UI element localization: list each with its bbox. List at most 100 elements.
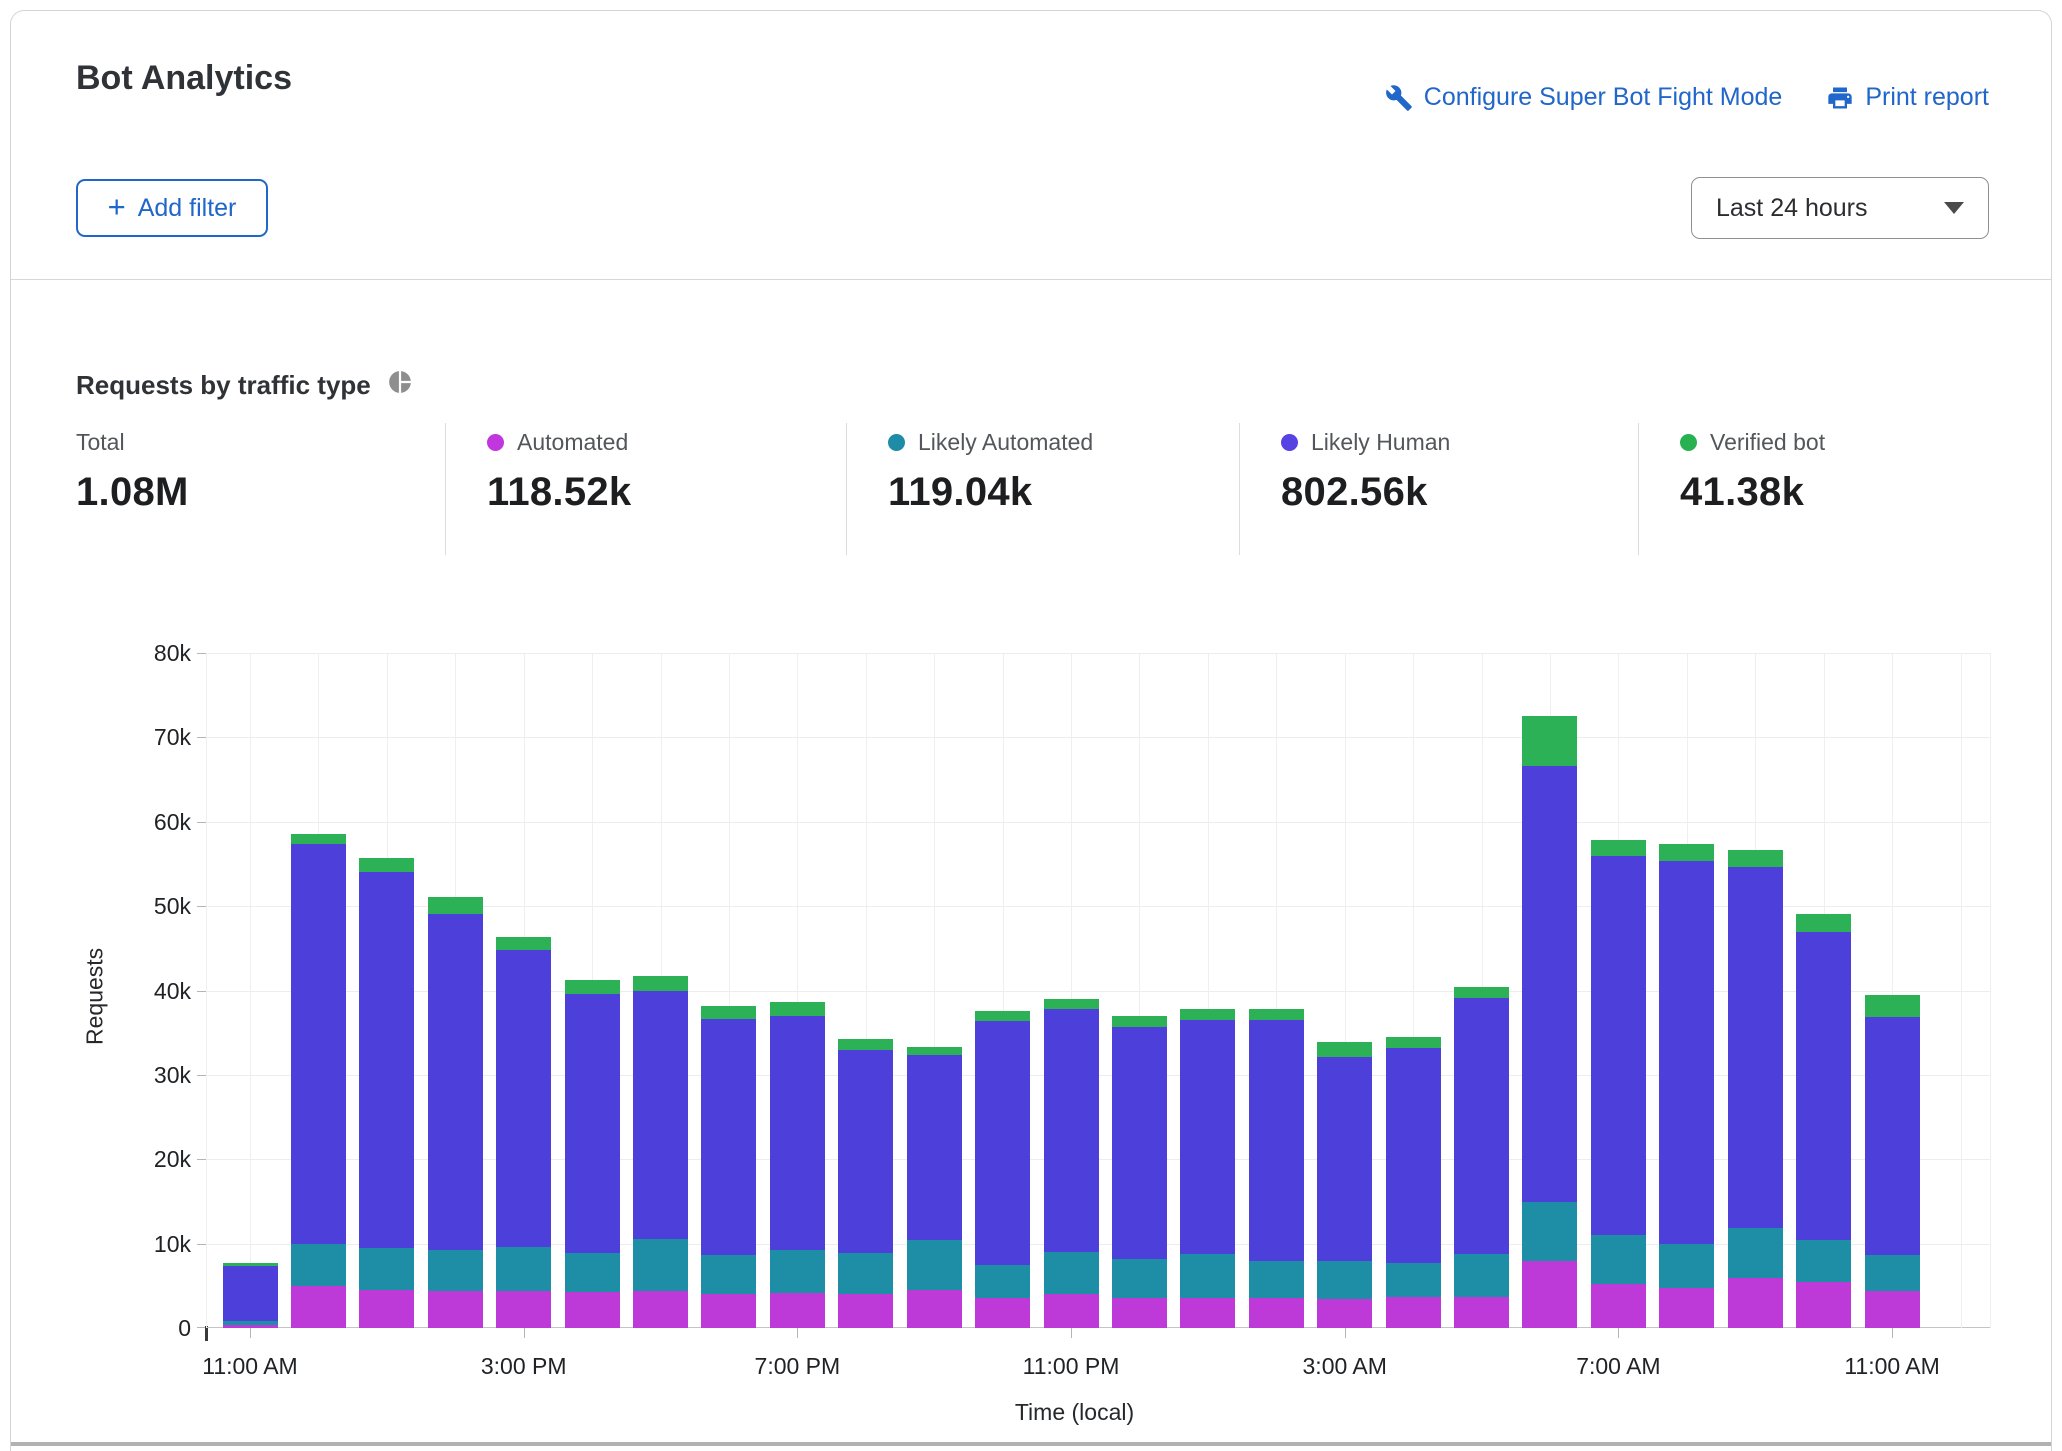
bar-segment[interactable] [770,1016,825,1251]
bar-segment[interactable] [1454,987,1509,998]
bar-segment[interactable] [1659,861,1714,1244]
bar-segment[interactable] [1317,1299,1372,1328]
bar-segment[interactable] [1522,716,1577,766]
bar-segment[interactable] [1044,1252,1099,1294]
bar-segment[interactable] [1865,1255,1920,1291]
bar-segment[interactable] [1112,1027,1167,1259]
bar-segment[interactable] [565,980,620,994]
bar-segment[interactable] [428,1291,483,1328]
bar-segment[interactable] [1728,867,1783,1227]
bar-segment[interactable] [633,1239,688,1291]
bar-segment[interactable] [1180,1020,1235,1254]
bar-segment[interactable] [770,1293,825,1328]
bar-segment[interactable] [496,1247,551,1291]
bar-segment[interactable] [1180,1254,1235,1298]
bar-segment[interactable] [975,1021,1030,1265]
bar-segment[interactable] [1180,1009,1235,1020]
bar-segment[interactable] [565,994,620,1253]
bar-segment[interactable] [223,1263,278,1266]
bar-segment[interactable] [359,872,414,1247]
bar-segment[interactable] [1112,1259,1167,1299]
bar-segment[interactable] [1249,1261,1304,1299]
bar-segment[interactable] [1180,1298,1235,1328]
bar-segment[interactable] [496,1291,551,1328]
bar-segment[interactable] [1796,932,1851,1240]
bar-segment[interactable] [1044,1294,1099,1328]
bar-segment[interactable] [701,1294,756,1328]
bar-segment[interactable] [1317,1057,1372,1261]
bar-segment[interactable] [770,1002,825,1016]
bar-segment[interactable] [1112,1016,1167,1027]
bar-segment[interactable] [1522,766,1577,1202]
bar-segment[interactable] [291,1244,346,1285]
bar-segment[interactable] [223,1325,278,1328]
bar-segment[interactable] [907,1290,962,1328]
bar-segment[interactable] [1796,914,1851,933]
bar-segment[interactable] [770,1250,825,1292]
bar-segment[interactable] [633,1291,688,1328]
bar-segment[interactable] [1249,1009,1304,1020]
bar-segment[interactable] [291,1286,346,1328]
bar-segment[interactable] [1386,1048,1441,1263]
bar-segment[interactable] [1454,1254,1509,1297]
bar-segment[interactable] [701,1006,756,1020]
bar-segment[interactable] [1659,1288,1714,1328]
bar-segment[interactable] [838,1294,893,1328]
bar-segment[interactable] [1591,840,1646,856]
bar-segment[interactable] [1659,844,1714,862]
bar-segment[interactable] [1044,1009,1099,1252]
bar-segment[interactable] [1728,1278,1783,1328]
bar-segment[interactable] [1386,1037,1441,1048]
bar-segment[interactable] [1454,998,1509,1254]
bar-segment[interactable] [496,950,551,1247]
bar-segment[interactable] [496,937,551,951]
bar-segment[interactable] [1728,1228,1783,1279]
bar-segment[interactable] [701,1019,756,1254]
bar-segment[interactable] [633,991,688,1239]
bar-segment[interactable] [907,1055,962,1240]
bar-segment[interactable] [1796,1240,1851,1282]
add-filter-button[interactable]: + Add filter [76,179,268,237]
bar-segment[interactable] [1865,1017,1920,1255]
bar-segment[interactable] [1386,1263,1441,1297]
bar-segment[interactable] [1386,1297,1441,1328]
bar-segment[interactable] [975,1298,1030,1328]
bar-segment[interactable] [1591,1235,1646,1284]
configure-super-bot-fight-mode-link[interactable]: Configure Super Bot Fight Mode [1385,83,1783,112]
bar-segment[interactable] [907,1047,962,1055]
bar-segment[interactable] [359,858,414,872]
bar-segment[interactable] [1659,1244,1714,1288]
bar-segment[interactable] [1865,995,1920,1017]
bar-segment[interactable] [838,1253,893,1294]
bar-segment[interactable] [1317,1261,1372,1299]
bar-segment[interactable] [907,1240,962,1290]
bar-segment[interactable] [975,1265,1030,1299]
time-range-dropdown[interactable]: Last 24 hours [1691,177,1989,239]
bar-segment[interactable] [428,1250,483,1291]
bar-segment[interactable] [1249,1298,1304,1328]
bar-segment[interactable] [359,1248,414,1290]
bar-segment[interactable] [975,1011,1030,1021]
print-report-link[interactable]: Print report [1826,83,1989,112]
bar-segment[interactable] [1522,1202,1577,1260]
bar-segment[interactable] [428,897,483,914]
bar-segment[interactable] [633,976,688,990]
bar-segment[interactable] [565,1253,620,1292]
bar-segment[interactable] [1591,856,1646,1235]
bar-segment[interactable] [1454,1297,1509,1328]
bar-segment[interactable] [223,1266,278,1322]
bar-segment[interactable] [359,1290,414,1328]
pie-chart-icon[interactable] [387,369,413,402]
bar-segment[interactable] [291,834,346,844]
bar-segment[interactable] [1591,1284,1646,1328]
bar-segment[interactable] [1317,1042,1372,1057]
bar-segment[interactable] [838,1039,893,1049]
bar-segment[interactable] [1522,1261,1577,1329]
bar-segment[interactable] [701,1255,756,1295]
bar-segment[interactable] [1044,999,1099,1009]
bar-segment[interactable] [1112,1298,1167,1328]
bar-segment[interactable] [1249,1020,1304,1260]
bar-segment[interactable] [428,914,483,1251]
bar-segment[interactable] [1865,1291,1920,1328]
bar-segment[interactable] [1728,850,1783,867]
